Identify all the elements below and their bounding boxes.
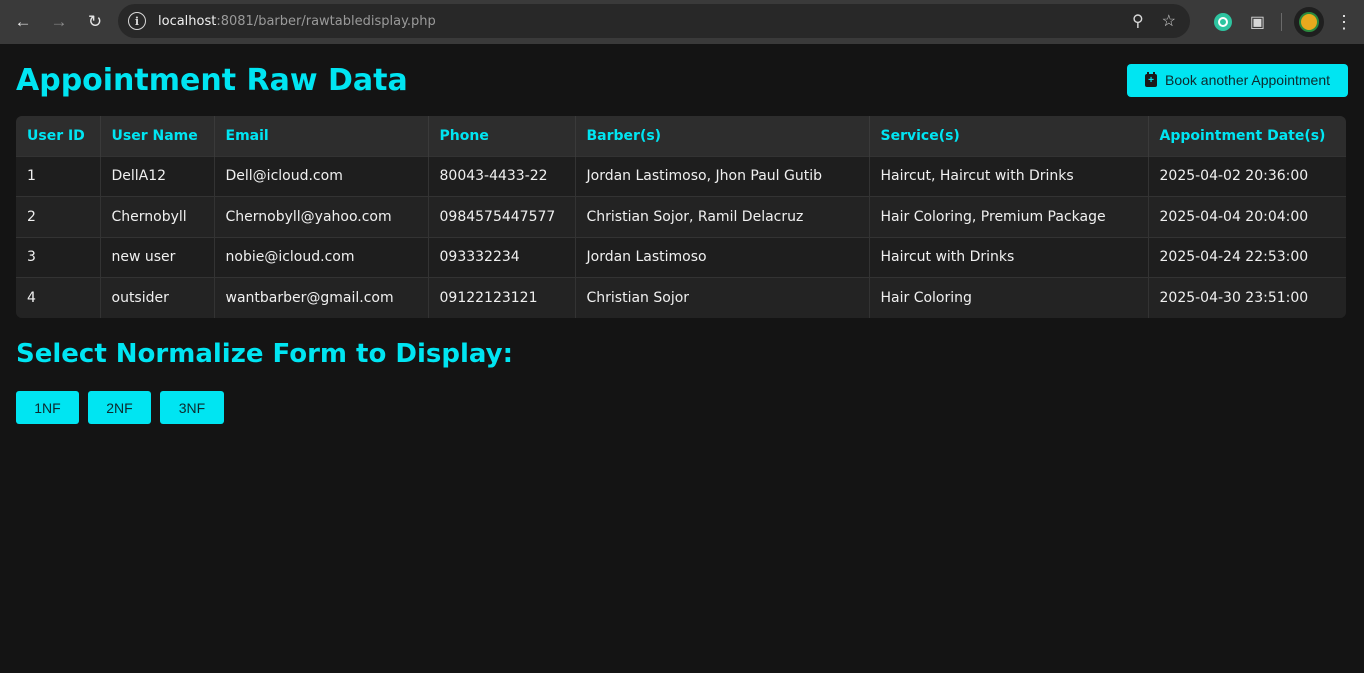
table-cell: 2025-04-02 20:36:00: [1148, 155, 1346, 197]
column-header: User Name: [100, 116, 215, 156]
table-cell: nobie@icloud.com: [214, 236, 429, 278]
column-header: Email: [214, 116, 429, 156]
table-row: 3 new user nobie@icloud.com 093332234 Jo…: [16, 236, 1346, 278]
back-arrow-icon[interactable]: ←: [8, 7, 38, 37]
table-row: 4 outsider wantbarber@gmail.com 09122123…: [16, 277, 1346, 318]
calendar-plus-icon: [1144, 71, 1157, 87]
table-cell: outsider: [100, 277, 215, 318]
table-cell: Jordan Lastimoso: [575, 236, 870, 278]
1nf-button[interactable]: 1NF: [16, 391, 79, 424]
page-content: Appointment Raw Data Book another Appoin…: [0, 44, 1364, 424]
table-cell: new user: [100, 236, 215, 278]
table-cell: Haircut with Drinks: [869, 236, 1149, 278]
bookmark-star-icon[interactable]: ☆: [1162, 11, 1176, 31]
forward-arrow-icon[interactable]: →: [44, 7, 74, 37]
column-header: User ID: [16, 116, 101, 156]
column-header: Barber(s): [575, 116, 870, 156]
table-cell: 2: [16, 196, 101, 237]
table-cell: Haircut, Haircut with Drinks: [869, 155, 1149, 197]
page-header: Appointment Raw Data Book another Appoin…: [16, 44, 1348, 116]
toolbar-divider: [1281, 13, 1282, 31]
table-cell: 1: [16, 155, 101, 197]
table-cell: 4: [16, 277, 101, 318]
table-cell: 2025-04-04 20:04:00: [1148, 196, 1346, 237]
kebab-menu-icon[interactable]: ⋮: [1334, 12, 1354, 33]
table-cell: 2025-04-30 23:51:00: [1148, 277, 1346, 318]
table-cell: Jordan Lastimoso, Jhon Paul Gutib: [575, 155, 870, 197]
table-cell: 0984575447577: [428, 196, 576, 237]
column-header: Appointment Date(s): [1159, 127, 1326, 144]
table-cell: Chernobyll: [100, 196, 215, 237]
page-title: Appointment Raw Data: [16, 62, 408, 98]
table-header-row: User ID User Name Email Phone Barber(s) …: [16, 116, 1346, 156]
table-row: 2 Chernobyll Chernobyll@yahoo.com 098457…: [16, 196, 1346, 237]
table-cell: wantbarber@gmail.com: [214, 277, 429, 318]
table-cell: Hair Coloring, Premium Package: [869, 196, 1149, 237]
site-info-icon[interactable]: i: [128, 12, 146, 30]
table-cell: 80043-4433-22: [428, 155, 576, 197]
url-path: :8081/barber/rawtabledisplay.php: [216, 13, 436, 29]
table-row: 1 DellA12 Dell@icloud.com 80043-4433-22 …: [16, 155, 1346, 197]
address-bar[interactable]: i localhost:8081/barber/rawtabledisplay.…: [118, 4, 1190, 38]
browser-toolbar: ← → ↻ i localhost:8081/barber/rawtabledi…: [0, 0, 1364, 44]
table-cell: Dell@icloud.com: [214, 155, 429, 197]
zoom-icon[interactable]: ⚲: [1132, 11, 1144, 31]
table-cell: Hair Coloring: [869, 277, 1149, 318]
table-cell: Christian Sojor, Ramil Delacruz: [575, 196, 870, 237]
url-text[interactable]: localhost:8081/barber/rawtabledisplay.ph…: [158, 14, 436, 29]
column-header: Phone: [428, 116, 576, 156]
2nf-button[interactable]: 2NF: [88, 391, 151, 424]
table-cell: 093332234: [428, 236, 576, 278]
book-appointment-label: Book another Appointment: [1164, 72, 1330, 88]
appointments-table: User ID User Name Email Phone Barber(s) …: [16, 116, 1346, 318]
table-cell: 3: [16, 236, 101, 278]
table-cell: DellA12: [100, 155, 215, 197]
3nf-button[interactable]: 3NF: [160, 391, 224, 424]
book-appointment-button[interactable]: Book another Appointment: [1126, 63, 1348, 97]
column-header: Service(s): [869, 116, 1149, 156]
reload-icon[interactable]: ↻: [80, 7, 110, 37]
table-cell: 09122123121: [428, 277, 576, 318]
table-cell: Chernobyll@yahoo.com: [214, 196, 429, 237]
normal-form-button-group: 1NF 2NF 3NF: [16, 391, 1348, 424]
extension-sync-icon[interactable]: [1213, 13, 1232, 31]
table-cell: Christian Sojor: [575, 277, 870, 318]
table-cell: 2025-04-24 22:53:00: [1148, 236, 1346, 278]
extensions-puzzle-icon[interactable]: ▣: [1250, 12, 1265, 32]
url-host: localhost: [158, 13, 217, 29]
profile-avatar[interactable]: [1294, 7, 1324, 37]
section-title: Select Normalize Form to Display:: [16, 339, 513, 369]
